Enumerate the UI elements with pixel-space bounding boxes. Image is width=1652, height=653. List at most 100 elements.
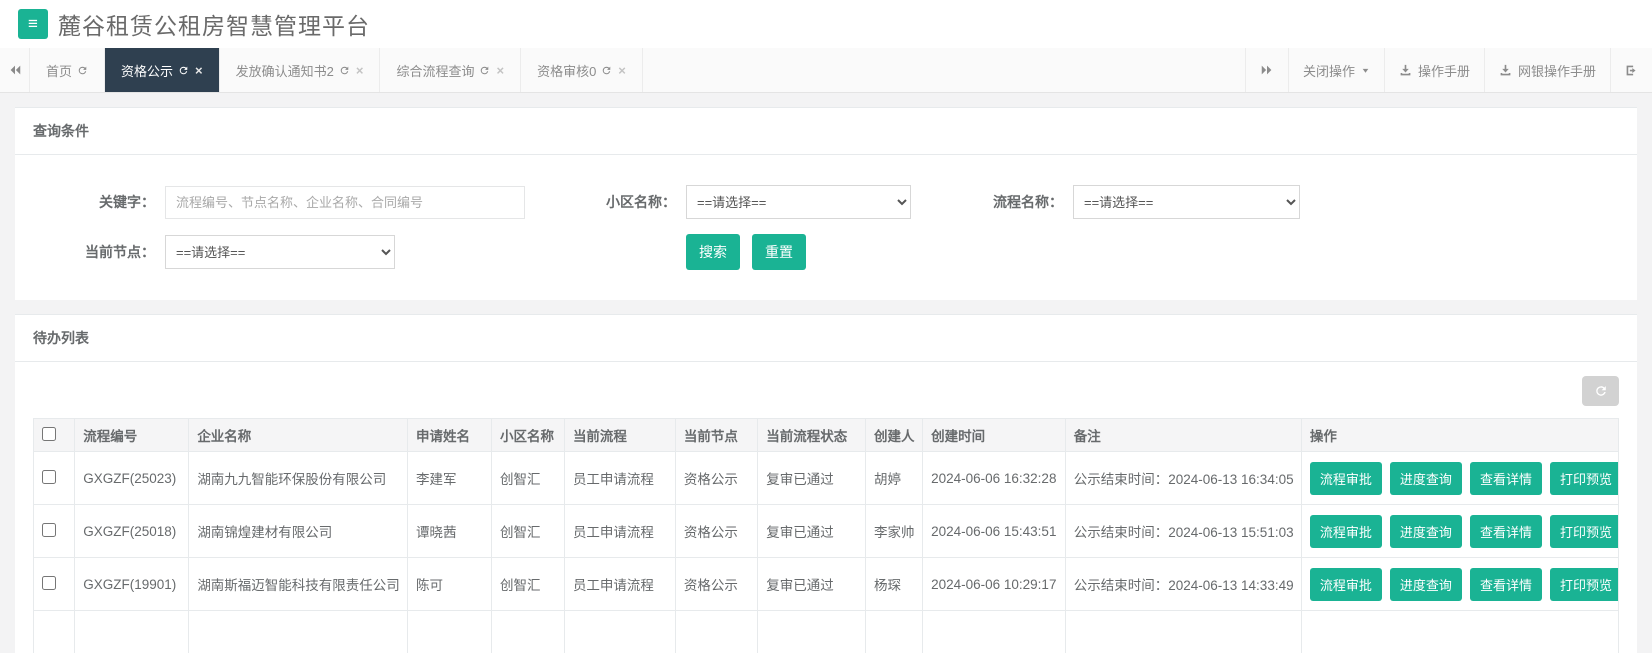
- logout-icon: [1626, 65, 1636, 75]
- cell-remark: 公示结束时间：2024-06-13 14:33:49: [1064, 557, 1302, 611]
- search-button[interactable]: 搜索: [686, 234, 740, 270]
- tab-item[interactable]: 资格公示 ×: [105, 48, 220, 92]
- tab-close-icon[interactable]: ×: [618, 63, 626, 78]
- tab-close-icon[interactable]: ×: [496, 63, 504, 78]
- table-row-partial: [32, 610, 1620, 653]
- reset-button[interactable]: 重置: [752, 234, 806, 270]
- close-operations-dropdown[interactable]: 关闭操作: [1287, 48, 1384, 92]
- cell-process-code: GXGZF(25018): [74, 504, 190, 558]
- column-header: 操作: [1300, 418, 1620, 452]
- query-form-row-2: 当前节点： ==请选择== 搜索 重置: [33, 234, 1619, 270]
- cell-community-name: 创智汇: [491, 557, 565, 611]
- cell-company-name: 湖南锦煌建材有限公司: [188, 504, 409, 558]
- tab-item[interactable]: 发放确认通知书2 ×: [220, 48, 381, 92]
- tabs-scroll-right-button[interactable]: [1244, 48, 1288, 92]
- bank-manual-link[interactable]: 网银操作手册: [1483, 48, 1610, 92]
- row-checkbox[interactable]: [42, 469, 56, 484]
- row-action-button[interactable]: 打印预览: [1549, 461, 1618, 495]
- query-form-row-1: 关键字： 小区名称： ==请选择== 流程名称： ==请选择==: [33, 185, 1619, 219]
- tab-refresh-icon[interactable]: [178, 65, 189, 76]
- keyword-input[interactable]: [165, 185, 525, 219]
- tab-refresh-icon[interactable]: [601, 65, 612, 76]
- page: ≡ 麓谷租赁公租房智慧管理平台 首页 资格公示 × 发放确认通知书2 × 综合流…: [0, 0, 1652, 653]
- tab-close-icon[interactable]: ×: [356, 63, 364, 78]
- tab-refresh-icon[interactable]: [339, 65, 350, 76]
- todo-panel: 待办列表 流程编号 企业名称 申请姓名 小区名称 当前流程 当前节点 当前流程状…: [15, 314, 1637, 653]
- tab-refresh-icon[interactable]: [479, 65, 490, 76]
- process-name-label: 流程名称：: [993, 194, 1063, 210]
- select-all-checkbox[interactable]: [42, 426, 56, 441]
- row-action-button[interactable]: 查看详情: [1469, 461, 1542, 495]
- tab-bar: 首页 资格公示 × 发放确认通知书2 × 综合流程查询 × 资格审核0 × 关闭…: [0, 48, 1652, 93]
- column-header: 创建时间: [922, 418, 1066, 452]
- cell-created-time: 2024-06-06 16:32:28: [922, 451, 1066, 505]
- todo-table-body: GXGZF(25023) 湖南九九智能环保股份有限公司 李建军 创智汇 员工申请…: [32, 451, 1620, 653]
- row-action-button[interactable]: 查看详情: [1469, 567, 1542, 601]
- community-name-select[interactable]: ==请选择==: [686, 185, 911, 219]
- column-header: 当前流程: [563, 418, 676, 452]
- query-panel: 查询条件 关键字： 小区名称： ==请选择== 流程名称： ==请选择== 当前…: [15, 107, 1637, 300]
- column-header: 当前流程状态: [757, 418, 867, 452]
- select-all-cell: [32, 418, 76, 452]
- column-header: 创建人: [865, 418, 924, 452]
- keyword-label: 关键字：: [99, 194, 155, 210]
- caret-down-icon: [1362, 68, 1369, 73]
- row-select-cell: [32, 504, 76, 558]
- table-row: GXGZF(25018) 湖南锦煌建材有限公司 谭晓茜 创智汇 员工申请流程 资…: [32, 504, 1620, 558]
- row-action-button[interactable]: 打印预览: [1549, 567, 1618, 601]
- cell-created-time: 2024-06-06 10:29:17: [922, 557, 1066, 611]
- cell-process-status: 复审已通过: [757, 504, 867, 558]
- cell-actions: 流程审批 进度查询 查看详情 打印预览: [1300, 557, 1620, 611]
- download-icon: [1400, 64, 1411, 75]
- row-action-button[interactable]: 进度查询: [1389, 514, 1462, 548]
- row-action-button[interactable]: 打印预览: [1549, 514, 1618, 548]
- tab-item[interactable]: 资格审核0 ×: [521, 48, 643, 92]
- row-checkbox[interactable]: [42, 575, 56, 590]
- query-panel-title: 查询条件: [15, 108, 1637, 155]
- hamburger-menu-button[interactable]: ≡: [18, 9, 48, 39]
- double-left-arrow-icon: [10, 65, 20, 75]
- column-header: 备注: [1064, 418, 1302, 452]
- tab-refresh-icon[interactable]: [77, 65, 88, 76]
- tab-item[interactable]: 首页: [30, 48, 106, 92]
- close-operations-label: 关闭操作: [1302, 63, 1355, 79]
- app-header: ≡ 麓谷租赁公租房智慧管理平台: [0, 0, 1652, 48]
- row-action-button[interactable]: 进度查询: [1389, 461, 1462, 495]
- operation-manual-link[interactable]: 操作手册: [1383, 48, 1484, 92]
- page-title: 麓谷租赁公租房智慧管理平台: [58, 13, 370, 39]
- query-buttons: 搜索 重置: [686, 234, 806, 270]
- cell-applicant-name: 李建军: [407, 451, 493, 505]
- row-action-button[interactable]: 查看详情: [1469, 514, 1542, 548]
- process-name-select[interactable]: ==请选择==: [1073, 185, 1300, 219]
- tabs-scroll-left-button[interactable]: [0, 48, 30, 92]
- cell-community-name: 创智汇: [491, 504, 565, 558]
- cell-creator: 胡婷: [865, 451, 924, 505]
- cell-creator: 李家帅: [865, 504, 924, 558]
- cell-actions: 流程审批 进度查询 查看详情 打印预览: [1300, 451, 1620, 505]
- logout-button[interactable]: [1610, 48, 1652, 92]
- download-icon: [1500, 64, 1511, 75]
- table-row: GXGZF(25023) 湖南九九智能环保股份有限公司 李建军 创智汇 员工申请…: [32, 451, 1620, 505]
- row-action-button[interactable]: 流程审批: [1309, 567, 1382, 601]
- row-action-button[interactable]: 流程审批: [1309, 461, 1382, 495]
- row-select-cell: [32, 557, 76, 611]
- tab-close-icon[interactable]: ×: [195, 63, 203, 78]
- hamburger-icon: ≡: [28, 14, 38, 33]
- cell-company-name: 湖南九九智能环保股份有限公司: [188, 451, 409, 505]
- tab-item[interactable]: 综合流程查询 ×: [380, 48, 522, 92]
- row-action-button[interactable]: 进度查询: [1389, 567, 1462, 601]
- cell-actions: 流程审批 进度查询 查看详情 打印预览: [1300, 504, 1620, 558]
- column-header: 流程编号: [74, 418, 190, 452]
- tab-label: 发放确认通知书2: [235, 63, 334, 79]
- row-checkbox[interactable]: [42, 522, 56, 537]
- table-refresh-button[interactable]: [1582, 376, 1619, 406]
- row-action-button[interactable]: 流程审批: [1309, 514, 1382, 548]
- cell-applicant-name: 陈可: [407, 557, 493, 611]
- current-node-select[interactable]: ==请选择==: [165, 235, 395, 269]
- tab-label: 首页: [46, 63, 73, 79]
- cell-process-status: 复审已通过: [757, 451, 867, 505]
- cell-process-code: GXGZF(19901): [74, 557, 190, 611]
- double-right-arrow-icon: [1261, 65, 1272, 75]
- todo-toolbar: [15, 362, 1637, 418]
- column-header: 当前节点: [674, 418, 759, 452]
